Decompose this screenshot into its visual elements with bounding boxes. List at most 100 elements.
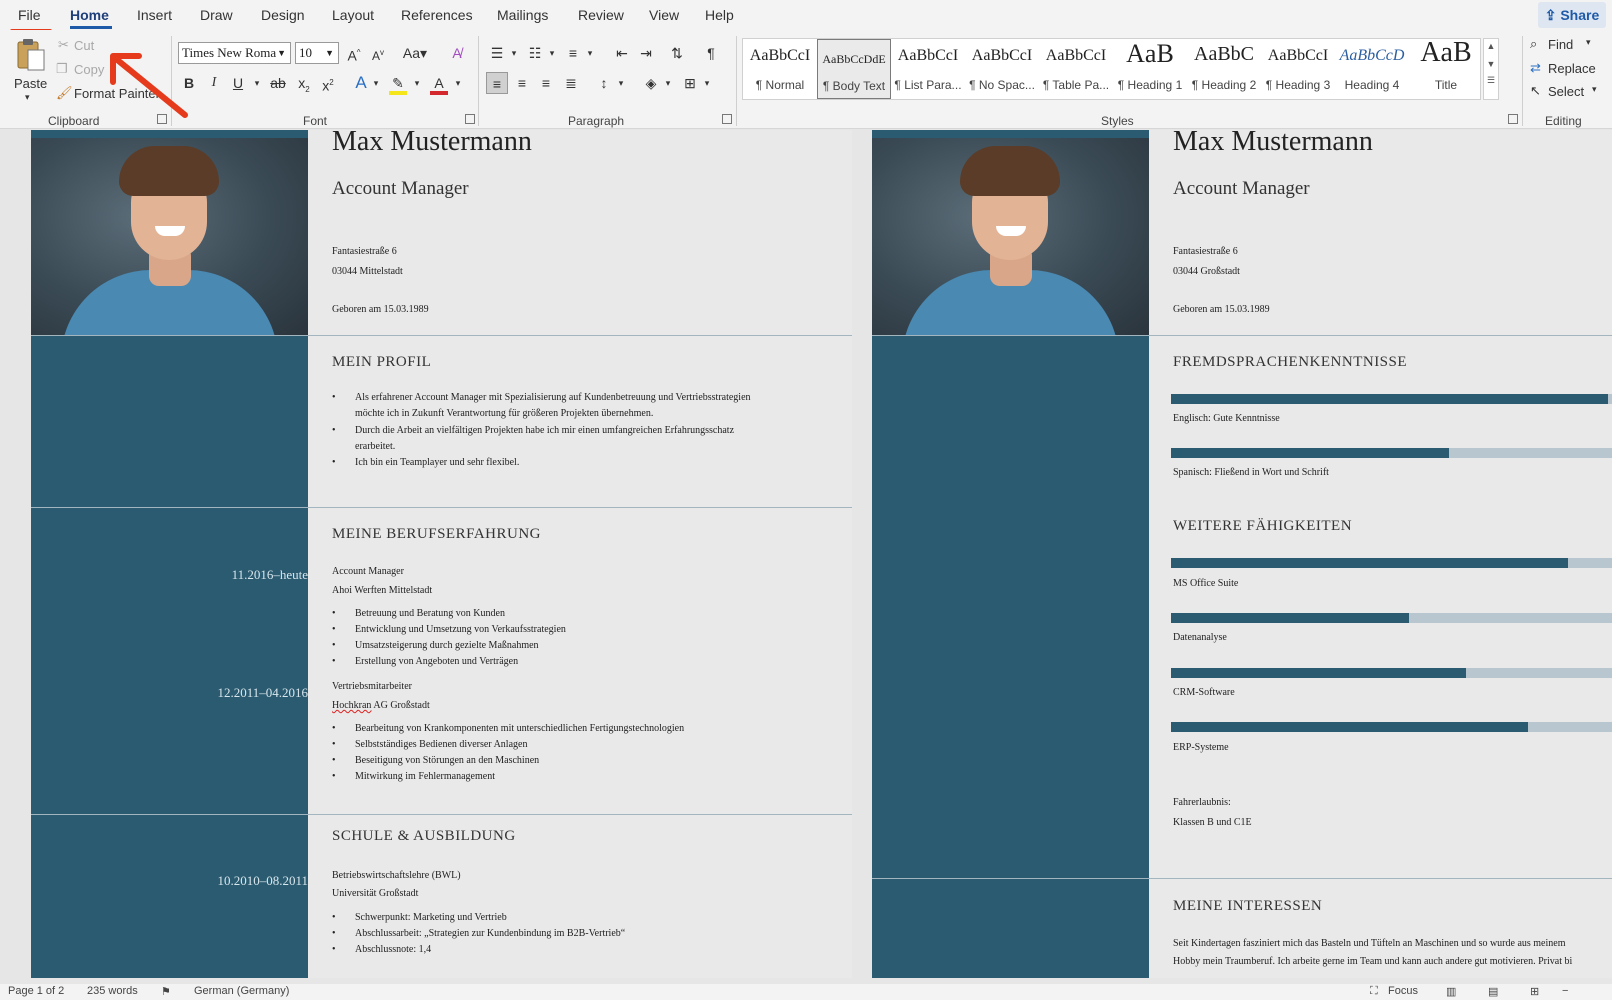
list-item: Mitwirkung im Fehlermanagement	[332, 771, 495, 782]
tab-home[interactable]: Home	[70, 7, 109, 23]
style-sample: AaB	[1420, 37, 1472, 68]
focus-mode-button[interactable]: Focus	[1388, 985, 1418, 997]
tab-insert[interactable]: Insert	[137, 7, 172, 23]
document-page-2[interactable]: Max Mustermann Account Manager Fantasies…	[872, 130, 1612, 978]
chevron-down-icon[interactable]: ▾	[447, 72, 469, 94]
align-center-icon[interactable]: ≡	[511, 72, 533, 94]
paste-button[interactable]: Paste ▾	[10, 36, 50, 102]
focus-icon: ⛶	[1370, 985, 1378, 997]
style-body-text[interactable]: AaBbCcDdE ¶ Body Text	[817, 39, 891, 99]
tab-layout[interactable]: Layout	[332, 7, 374, 23]
tab-design[interactable]: Design	[261, 7, 305, 23]
chevron-down-icon[interactable]: ▾	[406, 72, 428, 94]
align-left-icon[interactable]: ≡	[486, 72, 508, 94]
strikethrough-icon[interactable]: ab	[267, 72, 289, 94]
justify-icon[interactable]: ≣	[560, 72, 582, 94]
experience-heading: MEINE BERUFSERFAHRUNG	[332, 526, 541, 542]
style-name: ¶ Heading 1	[1117, 78, 1183, 92]
clear-formatting-icon[interactable]: A̸	[446, 42, 468, 64]
find-button[interactable]: ⌕ Find ▾	[1530, 36, 1608, 56]
style-list-paragraph[interactable]: AaBbCcI ¶ List Para...	[891, 39, 965, 99]
spelling-error[interactable]: Hochkran	[332, 700, 371, 711]
style-table-paragraph[interactable]: AaBbCcI ¶ Table Pa...	[1039, 39, 1113, 99]
language-label: Englisch: Gute Kenntnisse	[1173, 413, 1280, 424]
font-name-dropdown[interactable]: Times New Roma ▼	[178, 42, 291, 64]
chevron-down-icon[interactable]: ▾	[365, 72, 387, 94]
tab-view[interactable]: View	[649, 7, 679, 23]
style-heading-2[interactable]: AaBbC ¶ Heading 2	[1187, 39, 1261, 99]
list-item: Betreuung und Beratung von Kunden	[332, 608, 505, 619]
font-launcher-icon[interactable]	[465, 114, 475, 124]
chevron-up-icon[interactable]: ▲	[1484, 41, 1498, 51]
styles-launcher-icon[interactable]	[1508, 114, 1518, 124]
job-company: Hochkran AG Großstadt	[332, 700, 430, 711]
subscript-icon[interactable]: x2	[293, 72, 315, 94]
tab-file[interactable]: File	[18, 7, 41, 23]
styles-gallery-scroll[interactable]: ▲ ▼ ☰	[1483, 38, 1499, 100]
list-item: Als erfahrener Account Manager mit Spezi…	[332, 392, 751, 403]
show-formatting-marks-icon[interactable]: ¶	[700, 42, 722, 64]
skill-label: CRM-Software	[1173, 687, 1235, 698]
more-styles-icon[interactable]: ☰	[1484, 75, 1498, 86]
shrink-font-icon[interactable]: Av	[367, 42, 389, 64]
tab-mailings[interactable]: Mailings	[497, 7, 548, 23]
copy-button[interactable]: Copy	[74, 62, 104, 77]
style-normal[interactable]: AaBbCcI ¶ Normal	[743, 39, 817, 99]
cv-street: Fantasiestraße 6	[1173, 246, 1238, 257]
document-language[interactable]: German (Germany)	[194, 985, 289, 997]
tab-draw[interactable]: Draw	[200, 7, 233, 23]
superscript-icon[interactable]: x2	[317, 72, 339, 94]
style-no-spacing[interactable]: AaBbCcI ¶ No Spac...	[965, 39, 1039, 99]
document-page-1[interactable]: Max Mustermann Account Manager Fantasies…	[31, 130, 852, 978]
decrease-indent-icon[interactable]: ⇤	[611, 42, 633, 64]
increase-indent-icon[interactable]: ⇥	[635, 42, 657, 64]
chevron-down-icon[interactable]: ▾	[579, 42, 601, 64]
tab-help[interactable]: Help	[705, 7, 734, 23]
section-divider	[872, 878, 1612, 879]
chevron-down-icon[interactable]: ▾	[696, 72, 718, 94]
replace-button[interactable]: ⇄ Replace	[1530, 60, 1608, 80]
style-name: ¶ List Para...	[894, 78, 962, 92]
print-layout-icon[interactable]: ▤	[1488, 985, 1498, 998]
italic-icon[interactable]: I	[203, 72, 225, 94]
style-name: ¶ Heading 3	[1265, 78, 1331, 92]
chevron-down-icon[interactable]: ▾	[246, 72, 268, 94]
font-size-dropdown[interactable]: 10 ▼	[295, 42, 339, 64]
section-divider	[31, 814, 852, 815]
license-value: Klassen B und C1E	[1173, 817, 1252, 828]
active-tab-indicator	[70, 26, 112, 29]
education-school: Universität Großstadt	[332, 888, 419, 899]
style-name: Title	[1434, 78, 1458, 92]
grow-font-icon[interactable]: A^	[343, 42, 365, 64]
chevron-down-icon[interactable]: ▾	[610, 72, 632, 94]
style-heading-4[interactable]: AaBbCcD Heading 4	[1335, 39, 1409, 99]
language-level-fill	[1171, 448, 1449, 458]
select-button[interactable]: ↖ Select ▾	[1530, 83, 1608, 103]
zoom-out-icon[interactable]: −	[1562, 985, 1568, 997]
read-mode-icon[interactable]: ▥	[1446, 985, 1456, 998]
sort-icon[interactable]: ⇅	[666, 42, 688, 64]
chevron-down-icon[interactable]: ▾	[541, 42, 563, 64]
proofing-icon[interactable]: ⚑	[161, 985, 171, 998]
page-count[interactable]: Page 1 of 2	[8, 985, 64, 997]
change-case-icon[interactable]: Aa▾	[400, 42, 430, 64]
tab-references[interactable]: References	[401, 7, 473, 23]
style-heading-3[interactable]: AaBbCcI ¶ Heading 3	[1261, 39, 1335, 99]
chevron-down-icon[interactable]: ▼	[1484, 59, 1498, 69]
align-right-icon[interactable]: ≡	[535, 72, 557, 94]
paste-dropdown-icon[interactable]: ▾	[25, 92, 30, 103]
job-title: Account Manager	[332, 566, 404, 577]
styles-gallery: AaBbCcI ¶ Normal AaBbCcDdE ¶ Body Text A…	[742, 37, 1483, 100]
cut-button[interactable]: Cut	[74, 38, 94, 53]
chevron-down-icon[interactable]: ▾	[503, 42, 525, 64]
paragraph-launcher-icon[interactable]	[722, 114, 732, 124]
list-item: Erstellung von Angeboten und Verträgen	[332, 656, 518, 667]
word-count[interactable]: 235 words	[87, 985, 138, 997]
chevron-down-icon[interactable]: ▾	[657, 72, 679, 94]
web-layout-icon[interactable]: ⊞	[1530, 985, 1539, 998]
share-button[interactable]: ⇪ Share	[1538, 2, 1606, 28]
list-item: Beseitigung von Störungen an den Maschin…	[332, 755, 539, 766]
style-title[interactable]: AaB Title	[1409, 37, 1483, 99]
style-heading-1[interactable]: AaB ¶ Heading 1	[1113, 39, 1187, 99]
tab-review[interactable]: Review	[578, 7, 624, 23]
